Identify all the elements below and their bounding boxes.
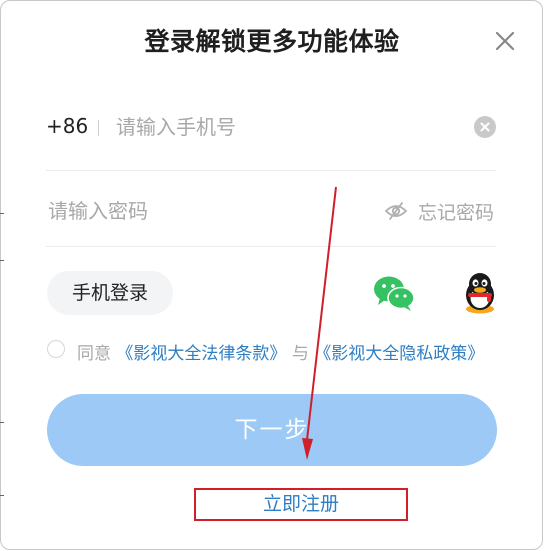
edge-mark <box>0 495 4 496</box>
phone-row: +86 <box>46 100 496 171</box>
dialog-title: 登录解锁更多功能体验 <box>144 27 400 56</box>
terms-link[interactable]: 《影视大全法律条款》 <box>116 344 286 364</box>
divider <box>98 120 99 136</box>
edge-mark <box>0 422 4 423</box>
agreement-prefix: 同意 <box>77 344 111 364</box>
close-icon[interactable] <box>492 28 518 54</box>
edge-mark <box>0 213 4 214</box>
phone-input[interactable] <box>116 112 446 142</box>
next-step-button[interactable]: 下一步 <box>47 394 497 466</box>
country-code-selector[interactable]: +86 <box>46 114 88 138</box>
password-row: 忘记密码 <box>46 172 496 247</box>
register-link[interactable]: 立即注册 <box>194 488 408 521</box>
agreement-checkbox[interactable] <box>47 340 65 358</box>
agreement-joiner: 与 <box>291 344 309 364</box>
wechat-icon[interactable] <box>372 274 416 312</box>
eye-off-icon[interactable] <box>384 200 408 222</box>
forgot-password-link[interactable]: 忘记密码 <box>418 198 494 225</box>
edge-mark <box>0 260 4 261</box>
clear-circle-icon[interactable] <box>474 116 496 138</box>
qq-icon[interactable] <box>460 271 500 315</box>
password-input[interactable] <box>48 196 368 226</box>
privacy-link[interactable]: 《影视大全隐私政策》 <box>314 344 484 364</box>
sms-login-button[interactable]: 手机登录 <box>47 271 173 315</box>
